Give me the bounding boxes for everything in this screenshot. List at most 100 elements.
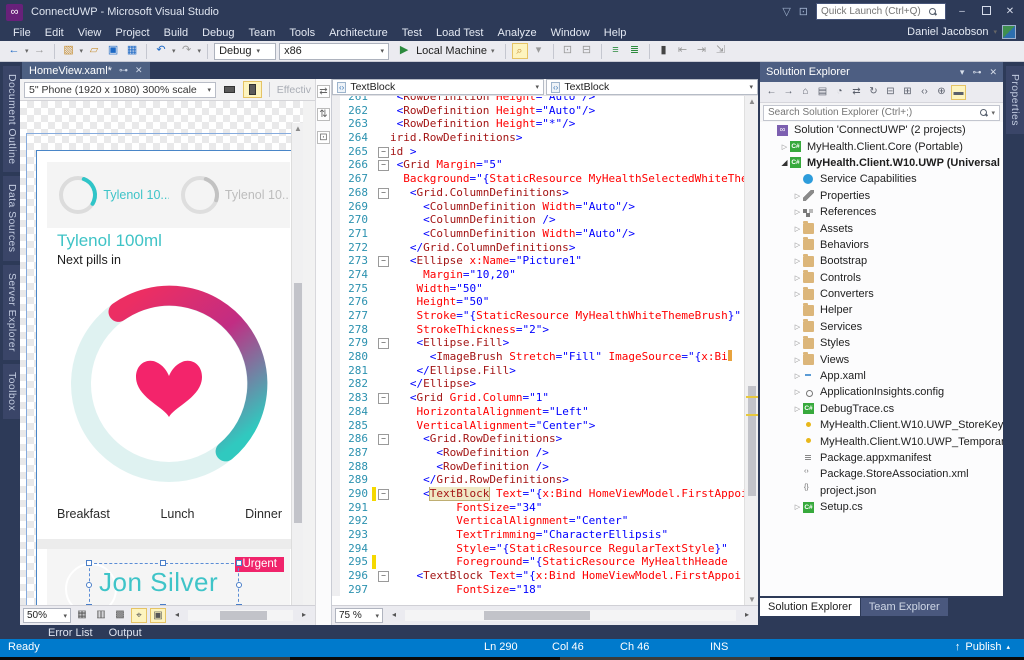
code-line[interactable]: 274Margin="10,20"	[332, 268, 744, 282]
menu-item-architecture[interactable]: Architecture	[322, 25, 395, 41]
collapsed-arrow-icon[interactable]: ▷	[792, 208, 803, 216]
code-line[interactable]: 287<RowDefinition />	[332, 446, 744, 460]
code-line[interactable]: 262<RowDefinition Height="Auto"/>	[332, 104, 744, 118]
scrollbar-thumb[interactable]	[748, 386, 756, 496]
tree-item-debugtrace-cs[interactable]: ▷C#DebugTrace.cs	[760, 401, 1003, 417]
tree-item-applicationinsights-config[interactable]: ▷ApplicationInsights.config	[760, 384, 1003, 400]
code-line[interactable]: 297FontSize="18"	[332, 583, 744, 597]
prev-bookmark-icon[interactable]: ⇤	[675, 43, 691, 59]
code-line[interactable]: 263<RowDefinition Height="*"/>	[332, 117, 744, 131]
code-line[interactable]: 292VerticalAlignment="Center"	[332, 514, 744, 528]
quick-launch-input[interactable]	[821, 6, 929, 17]
forward-icon[interactable]: →	[781, 85, 796, 100]
scroll-up-icon[interactable]: ▲	[292, 124, 303, 133]
fold-marker[interactable]	[376, 432, 390, 446]
fold-marker[interactable]	[376, 569, 390, 583]
patient-card[interactable]: Jon Silver Urgent	[47, 549, 290, 605]
refresh-icon[interactable]: ↻	[866, 85, 881, 100]
indent-icon[interactable]: ≡	[608, 43, 624, 59]
start-debugging-button[interactable]: ▶ Local Machine ▾	[392, 43, 498, 59]
designer-canvas[interactable]: Tylenol 10... Tylenol 10... Tylenol 100m…	[20, 101, 303, 605]
feedback-icon[interactable]: ⊡	[799, 5, 808, 18]
panel-tab-solution-explorer[interactable]: Solution Explorer	[760, 598, 860, 616]
anchor-handle[interactable]	[236, 582, 242, 588]
code-line[interactable]: 283<Grid Grid.Column="1"	[332, 391, 744, 405]
panel-tab-error-list[interactable]: Error List	[48, 627, 93, 639]
collapsed-arrow-icon[interactable]: ▷	[792, 192, 803, 200]
maximize-button[interactable]	[978, 6, 994, 18]
editor-vertical-scrollbar[interactable]: ▲ ▼	[744, 96, 758, 605]
redo-icon[interactable]: ↷	[179, 43, 195, 59]
close-button[interactable]: ✕	[1002, 6, 1018, 17]
undo-dropdown-icon[interactable]: ▾	[172, 47, 176, 55]
sidebar-tab-toolbox[interactable]: Toolbox	[3, 364, 21, 419]
designer-horizontal-scrollbar[interactable]	[188, 610, 293, 621]
search-dropdown-icon[interactable]: ▾	[991, 109, 995, 117]
menu-item-edit[interactable]: Edit	[38, 25, 71, 41]
clear-bookmarks-icon[interactable]: ⇲	[713, 43, 729, 59]
tree-item-properties[interactable]: ▷Properties	[760, 188, 1003, 204]
collapsed-arrow-icon[interactable]: ▷	[792, 257, 803, 265]
code-line[interactable]: 290<TextBlock Text="{x:Bind HomeViewMode…	[332, 487, 744, 501]
menu-item-view[interactable]: View	[71, 25, 109, 41]
tree-item-service-capabilities[interactable]: Service Capabilities	[760, 171, 1003, 187]
tree-item-project-json[interactable]: project.json	[760, 483, 1003, 499]
panel-tab-output[interactable]: Output	[109, 627, 142, 639]
show-grid-icon[interactable]: ▩	[112, 608, 128, 623]
account-area[interactable]: Daniel Jacobson ▾	[907, 25, 1016, 39]
expand-pane-icon[interactable]: ⊡	[317, 131, 330, 144]
fold-marker[interactable]	[376, 186, 390, 200]
close-icon[interactable]: ✕	[989, 67, 997, 78]
save-all-icon[interactable]: ▦	[124, 43, 140, 59]
grid-toggle-icon[interactable]: ▦	[74, 608, 90, 623]
code-line[interactable]: 291FontSize="34"	[332, 501, 744, 515]
code-line[interactable]: 289</Grid.RowDefinitions>	[332, 473, 744, 487]
uncomment-icon[interactable]: ⊟	[579, 43, 595, 59]
new-dropdown-icon[interactable]: ▾	[80, 47, 84, 55]
scroll-up-icon[interactable]: ▲	[746, 97, 758, 106]
pin-icon[interactable]: ⊶	[119, 65, 128, 76]
editor-zoom-combo[interactable]: 75 %▾	[335, 608, 383, 623]
tree-item-assets[interactable]: ▷Assets	[760, 220, 1003, 236]
menu-item-project[interactable]: Project	[108, 25, 156, 41]
preview-selected-items-icon[interactable]: ▬	[951, 85, 966, 100]
code-line[interactable]: 294Style="{StaticResource RegularTextSty…	[332, 542, 744, 556]
device-preview-combo[interactable]: 5" Phone (1920 x 1080) 300% scale ▾	[24, 82, 216, 98]
panel-tab-team-explorer[interactable]: Team Explorer	[861, 598, 948, 616]
snap-to-gridlines-icon[interactable]: ⌖	[131, 608, 147, 623]
code-line[interactable]: 296<TextBlock Text="{x:Bind HomeViewMode…	[332, 569, 744, 583]
collapsed-arrow-icon[interactable]: ▷	[792, 356, 803, 364]
designer-zoom-combo[interactable]: 50%▾	[23, 608, 71, 623]
menu-item-analyze[interactable]: Analyze	[491, 25, 544, 41]
element-breadcrumb-right[interactable]: ‹› TextBlock ▾	[546, 79, 758, 95]
tree-item-converters[interactable]: ▷Converters	[760, 286, 1003, 302]
tree-item-bootstrap[interactable]: ▷Bootstrap	[760, 253, 1003, 269]
show-all-files-icon[interactable]: ⊞	[900, 85, 915, 100]
tree-item-app-xaml[interactable]: ▷App.xaml	[760, 368, 1003, 384]
code-view[interactable]: 261<RowDefinition Height="Auto"/>262<Row…	[332, 96, 744, 605]
expanded-arrow-icon[interactable]: ◢	[779, 158, 790, 167]
tree-item-myhealth-client-core-portable[interactable]: ▷C#MyHealth.Client.Core (Portable)	[760, 138, 1003, 154]
fold-marker[interactable]	[376, 336, 390, 350]
code-line[interactable]: 267Background="{StaticResource MyHealthS…	[332, 172, 744, 186]
tree-item-services[interactable]: ▷Services	[760, 319, 1003, 335]
landscape-orientation-button[interactable]	[220, 81, 239, 98]
outdent-icon[interactable]: ≣	[627, 43, 643, 59]
next-bookmark-icon[interactable]: ⇥	[694, 43, 710, 59]
menu-item-test[interactable]: Test	[395, 25, 429, 41]
code-line[interactable]: 273<Ellipse x:Name="Picture1"	[332, 254, 744, 268]
scroll-left-icon[interactable]: ◂	[169, 608, 185, 623]
sidebar-tab-server-explorer[interactable]: Server Explorer	[3, 265, 21, 360]
fold-marker[interactable]	[376, 145, 390, 159]
save-icon[interactable]: ▣	[105, 43, 121, 59]
tree-item-solution-connectuwp-2-projects[interactable]: ∞Solution 'ConnectUWP' (2 projects)	[760, 122, 1003, 138]
filter-icon[interactable]: ▽	[782, 5, 790, 18]
properties-icon[interactable]: ⊕	[934, 85, 949, 100]
code-line[interactable]: 265id >	[332, 145, 744, 159]
code-line[interactable]: 282</Ellipse>	[332, 377, 744, 391]
scrollbar-thumb[interactable]	[220, 611, 267, 620]
bookmark-icon[interactable]: ▮	[656, 43, 672, 59]
code-line[interactable]: 261<RowDefinition Height="Auto"/>	[332, 96, 744, 104]
resize-handle[interactable]	[86, 560, 92, 566]
scroll-right-icon[interactable]: ▸	[739, 608, 755, 623]
